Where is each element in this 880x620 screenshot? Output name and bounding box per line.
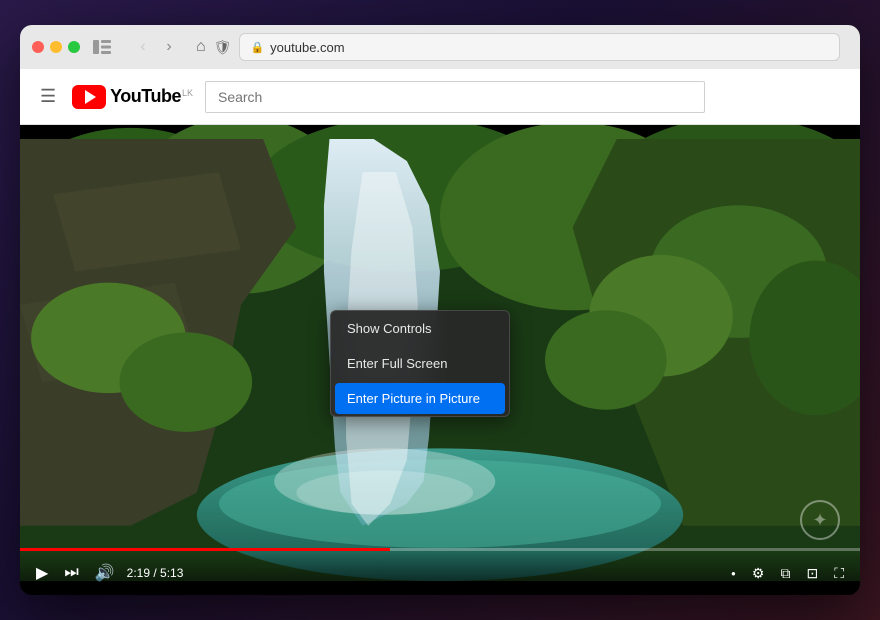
volume-button[interactable]: 🔊 — [91, 559, 119, 587]
lock-icon: 🔒 — [250, 41, 264, 54]
title-bar: ‹ › ⌂ 🛡 🔒 youtube.com — [20, 25, 860, 69]
context-menu-show-controls[interactable]: Show Controls — [331, 311, 509, 346]
video-container: ▶ ⏭ 🔊 2:19 / 5:13 ● ⚙ ⧉ ⊡ — [20, 125, 860, 595]
play-pause-button[interactable]: ▶ — [32, 559, 52, 587]
context-menu-pip[interactable]: Enter Picture in Picture — [335, 383, 505, 414]
settings-icon: ⚙ — [752, 565, 765, 582]
close-button[interactable] — [32, 41, 44, 53]
settings-button[interactable]: ⚙ — [748, 561, 769, 586]
video-controls: ▶ ⏭ 🔊 2:19 / 5:13 ● ⚙ ⧉ ⊡ — [20, 551, 860, 595]
forward-button[interactable]: › — [158, 36, 180, 58]
youtube-header: ☰ YouTubeLK — [20, 69, 860, 125]
play-icon: ▶ — [36, 563, 48, 583]
shield-button[interactable]: 🛡 — [214, 39, 232, 56]
youtube-logo: YouTubeLK — [72, 85, 193, 109]
url-bar[interactable]: 🔒 youtube.com — [239, 33, 840, 61]
miniplayer-button[interactable]: ⧉ — [776, 561, 794, 586]
video-watermark: ✦ — [800, 500, 840, 540]
sidebar-toggle-button[interactable] — [88, 36, 116, 58]
watermark-icon: ✦ — [812, 510, 827, 531]
dot-icon: ● — [731, 569, 736, 578]
youtube-wordmark: YouTube — [110, 86, 181, 106]
browser-window: ‹ › ⌂ 🛡 🔒 youtube.com ☰ YouTubeLK — [20, 25, 860, 595]
fullscreen-icon: ⛶ — [834, 565, 844, 582]
quality-button[interactable]: ● — [727, 565, 740, 582]
country-code: LK — [182, 88, 193, 98]
time-display: 2:19 / 5:13 — [127, 566, 184, 580]
youtube-icon — [72, 85, 106, 109]
url-text: youtube.com — [270, 40, 344, 55]
next-button[interactable]: ⏭ — [60, 560, 82, 586]
next-icon: ⏭ — [64, 564, 78, 582]
play-triangle-icon — [85, 90, 96, 104]
hamburger-icon: ☰ — [40, 86, 56, 106]
traffic-lights — [32, 41, 80, 53]
url-bar-container: ⌂ 🛡 🔒 youtube.com — [196, 33, 840, 61]
logo-text-container: YouTubeLK — [110, 86, 193, 107]
volume-icon: 🔊 — [95, 563, 115, 583]
total-time: 5:13 — [160, 566, 183, 580]
search-input[interactable] — [205, 81, 705, 113]
current-time: 2:19 — [127, 566, 150, 580]
miniplayer-icon: ⧉ — [780, 565, 790, 582]
pip-icon: ⊡ — [806, 565, 818, 582]
context-menu-fullscreen[interactable]: Enter Full Screen — [331, 346, 509, 381]
nav-buttons: ‹ › — [132, 36, 180, 58]
maximize-button[interactable] — [68, 41, 80, 53]
time-separator: / — [150, 566, 160, 580]
home-button[interactable]: ⌂ — [196, 38, 206, 56]
back-button[interactable]: ‹ — [132, 36, 154, 58]
hamburger-button[interactable]: ☰ — [36, 82, 60, 111]
fullscreen-button[interactable]: ⛶ — [830, 561, 848, 586]
context-menu: Show Controls Enter Full Screen Enter Pi… — [330, 310, 510, 417]
minimize-button[interactable] — [50, 41, 62, 53]
pip-button[interactable]: ⊡ — [802, 561, 822, 586]
